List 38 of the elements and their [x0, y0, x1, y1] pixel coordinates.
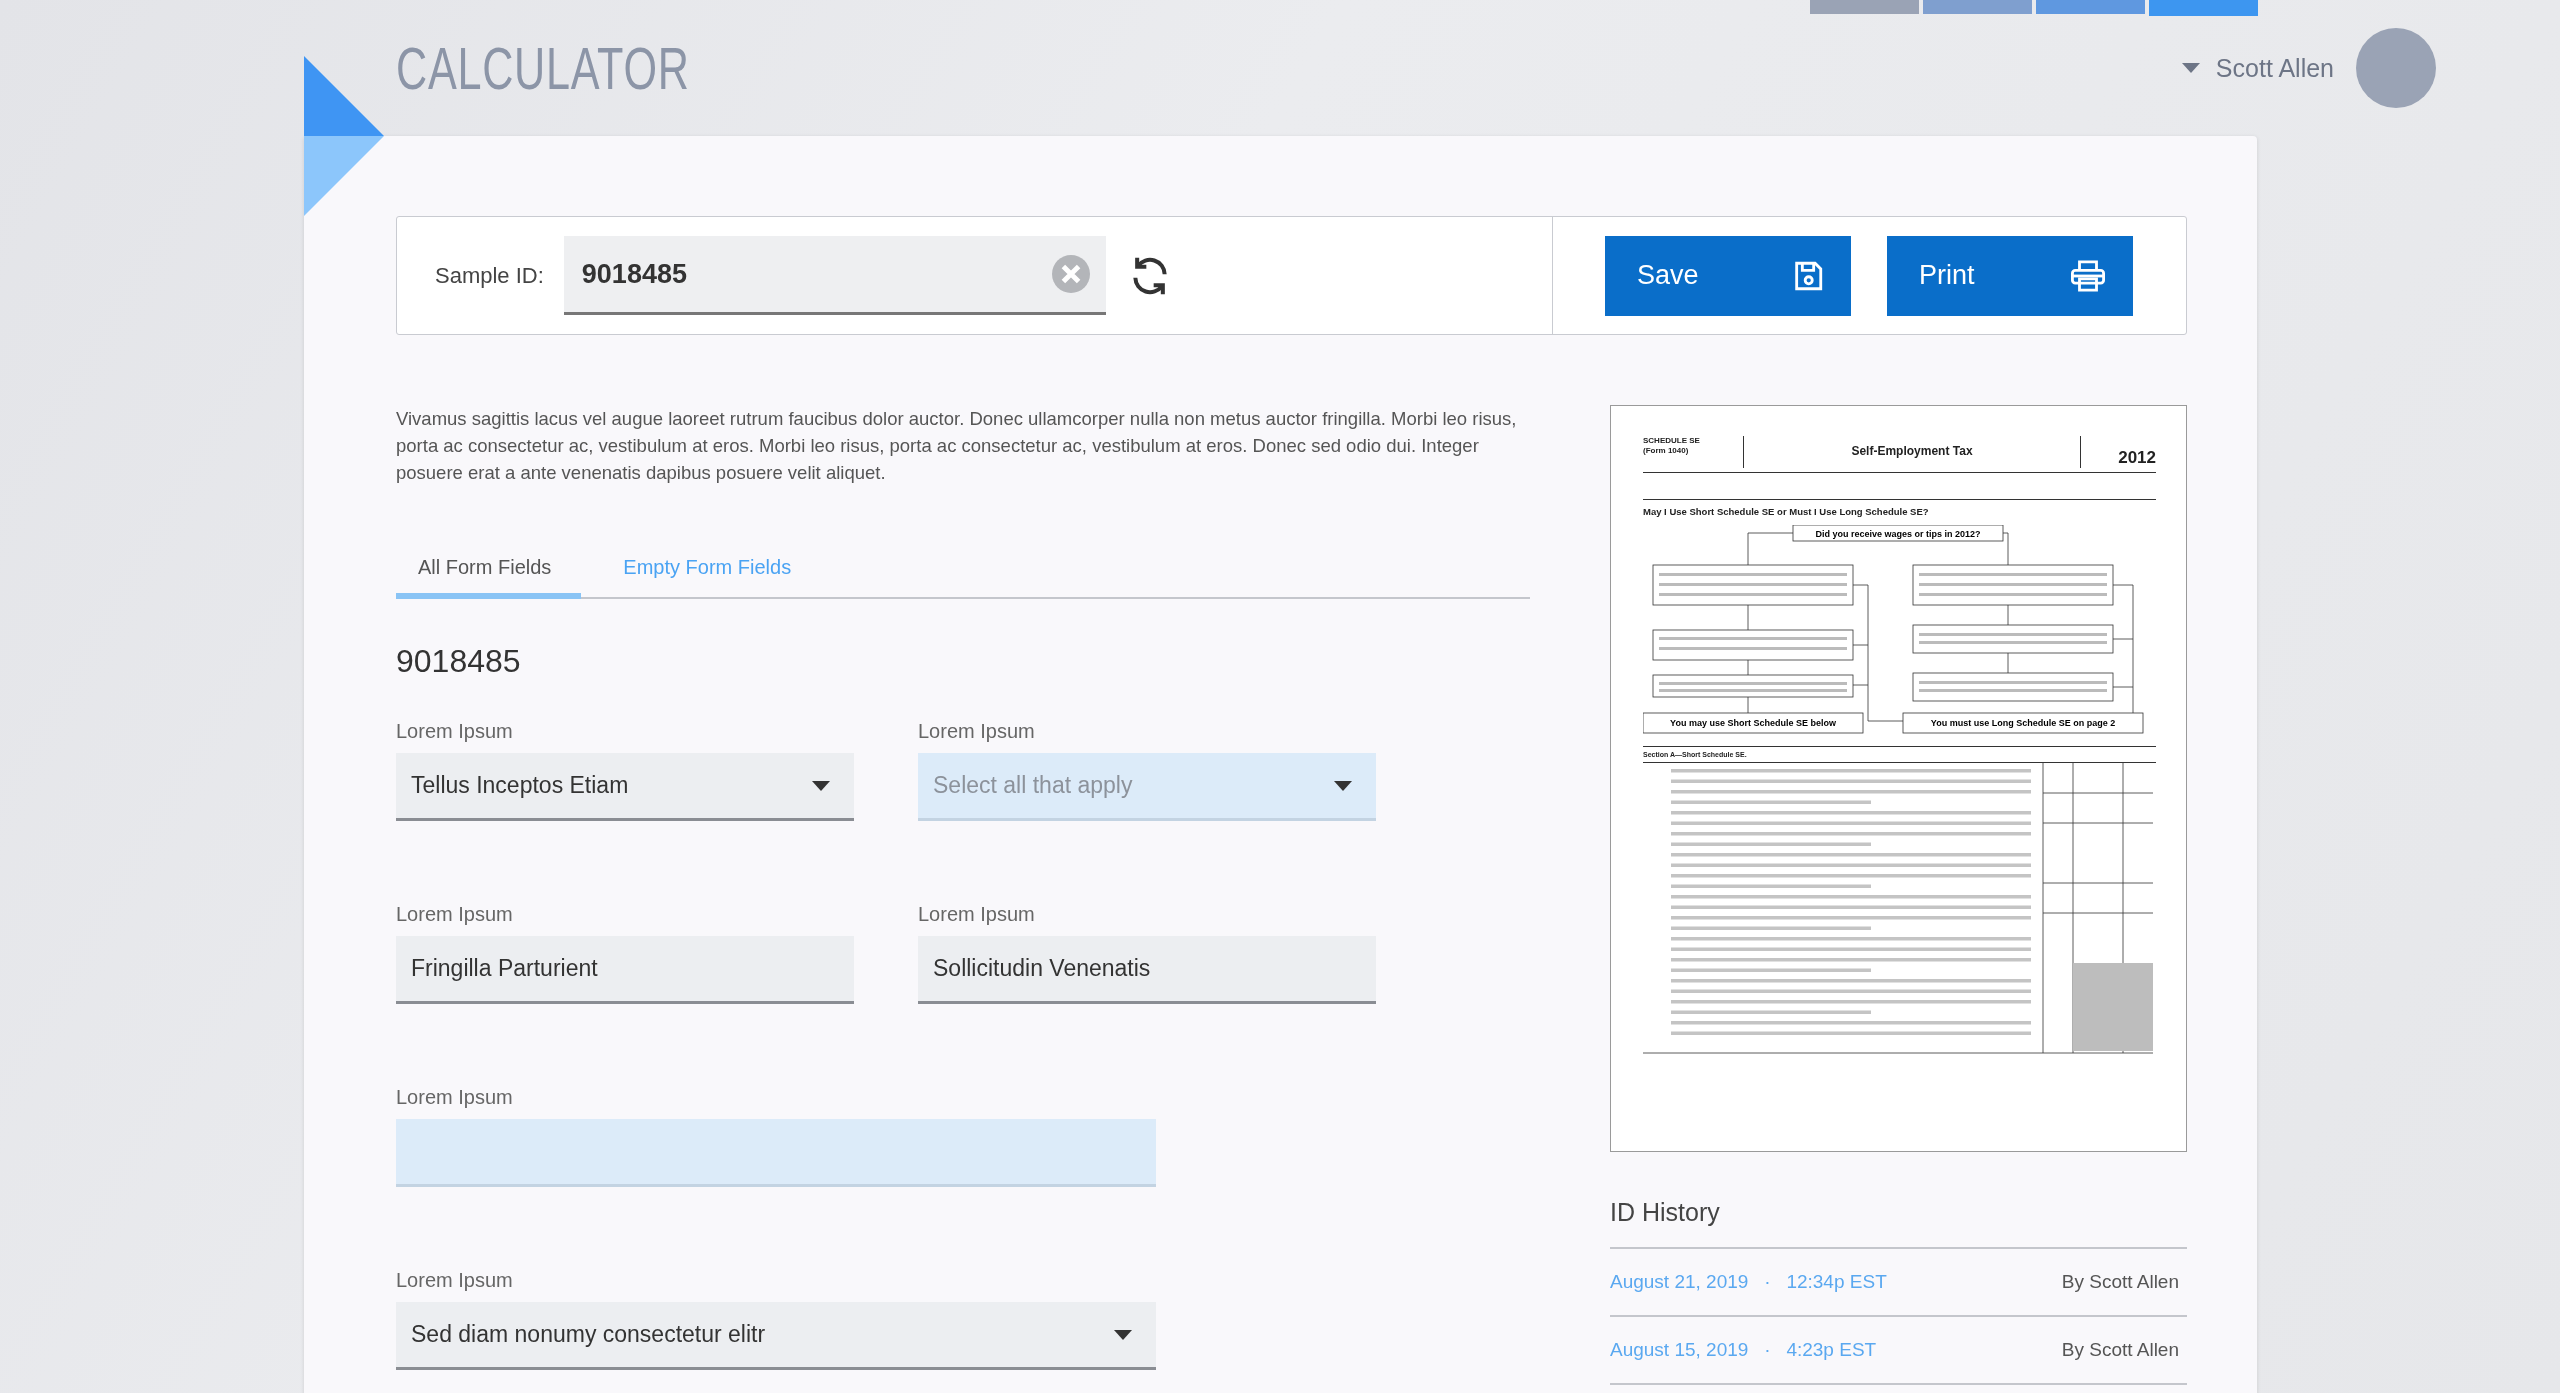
dropdown-field[interactable]: Sed diam nonumy consectetur elitr	[396, 1302, 1156, 1370]
form-heading: May I Use Short Schedule SE or Must I Use Long Schedule SE?	[1643, 499, 2156, 517]
field-label: Lorem Ipsum	[918, 903, 1036, 926]
form-text: SCHEDULE SE	[1643, 436, 1701, 446]
user-name[interactable]: Scott Allen	[2215, 53, 2334, 83]
field-label: Lorem Ipsum	[396, 1086, 514, 1109]
flowchart-text: You may use Short Schedule SE below	[1670, 718, 1836, 728]
record-id-heading: 9018485	[396, 643, 522, 680]
app-title: CALCULATOR	[396, 33, 690, 103]
dropdown-field[interactable]: Tellus Inceptos Etiam	[396, 753, 854, 821]
history-author: By Scott Allen	[2061, 1271, 2179, 1293]
tab[interactable]: All Form Fields	[396, 556, 582, 599]
clear-icon[interactable]	[1051, 255, 1090, 293]
field-label: Lorem Ipsum	[396, 720, 514, 743]
dropdown-caret-icon[interactable]	[812, 780, 830, 791]
triangle-logo-icon	[304, 56, 384, 216]
field-label: Lorem Ipsum	[918, 720, 1036, 743]
history-author: By Scott Allen	[2061, 1339, 2179, 1361]
sample-id-label: Sample ID:	[435, 262, 544, 289]
field-label: Lorem Ipsum	[396, 903, 514, 926]
print-button[interactable]: Print	[1887, 235, 2133, 316]
input-field[interactable]	[396, 1119, 1156, 1187]
intro-paragraph: Vivamus sagittis lacus vel augue laoreet rutrum faucibus dolor auctor. Donec ullamcorper nulla non metus auctor fringilla. Morbi leo risus, porta ac consectetur ac, vestibulum at eros. Morbi leo risus, porta ac consectetur ac, vestibulum at eros. Donec sed odio dui. Integer posuere erat a ante venenatis dapibus posuere velit aliquet.	[396, 407, 1518, 485]
input-field[interactable]: Fringilla Parturient	[396, 936, 854, 1004]
dropdown-caret-icon[interactable]	[1114, 1329, 1132, 1340]
form-text: (Form 1040)	[1643, 445, 1690, 456]
flowchart-text: Did you receive wages or tips in 2012?	[1815, 529, 1981, 539]
input-field[interactable]: Sollicitudin Venenatis	[918, 936, 1376, 1004]
field-label: Lorem Ipsum	[396, 1269, 514, 1292]
history-title: ID History	[1610, 1198, 1721, 1227]
printer-icon	[2069, 258, 2107, 293]
form-title: Self-Employment Tax	[1850, 443, 1974, 460]
form-year: 2012	[2080, 436, 2156, 468]
save-button[interactable]: Save	[1605, 235, 1851, 316]
sample-id-field[interactable]: 9018485	[563, 236, 1106, 315]
dropdown-caret-icon[interactable]	[1334, 780, 1352, 791]
dropdown-field[interactable]: Select all that apply	[918, 753, 1376, 821]
flowchart-text: You must use Long Schedule SE on page 2	[1930, 718, 2116, 728]
